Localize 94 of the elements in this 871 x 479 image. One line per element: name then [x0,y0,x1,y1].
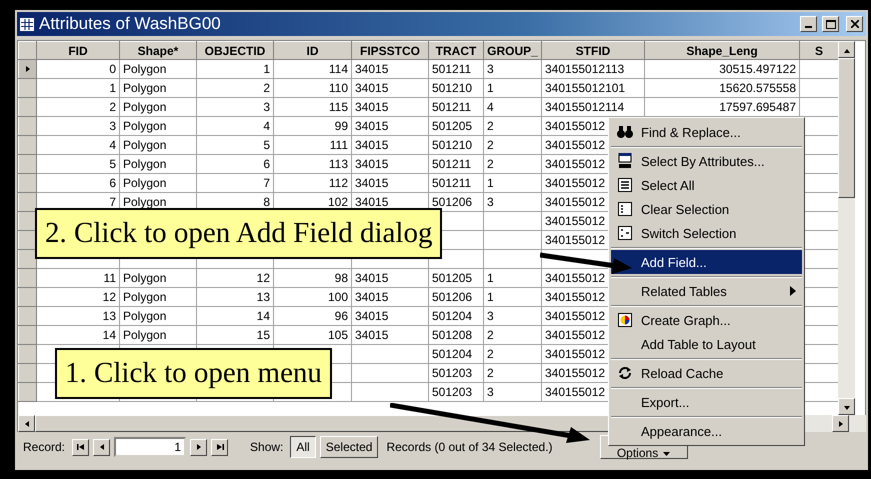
table-cell: 11 [36,268,120,288]
table-cell: 501203 [428,382,484,402]
records-count: Records (0 out of 34 Selected.) [386,440,553,454]
table-cell: 3 [484,192,542,212]
table-cell: 13 [196,288,274,306]
table-cell: 3 [484,382,542,402]
table-cell: 34015 [352,116,428,136]
table-cell: 112 [274,174,352,192]
callout-note: 1. Click to open menu [55,348,332,399]
table-cell: 110 [274,78,352,98]
table-cell: 1 [484,78,542,98]
table-cell: 105 [274,326,352,344]
table-cell: 5 [36,154,120,174]
table-cell: 1 [36,78,120,98]
table-cell: 4 [484,98,542,116]
table-cell: 14 [36,326,120,344]
table-cell: 501205 [428,268,484,288]
table-cell: 7 [196,174,274,192]
table-cell: 6 [36,174,120,192]
table-cell: Polygon [120,136,196,154]
table-cell: 1 [484,288,542,306]
table-cell: 114 [274,60,352,78]
table-cell: 34015 [352,60,428,78]
table-cell: 2 [484,154,542,174]
table-cell: 34015 [352,136,428,154]
table-cell: 3 [484,60,542,78]
table-cell: 113 [274,154,352,174]
table-cell: 1 [484,268,542,288]
table-cell: 34015 [352,306,428,326]
table-cell: 12 [36,288,120,306]
table-cell: 34015 [352,326,428,344]
table-cell: 1 [196,60,274,78]
table-cell: 501208 [428,326,484,344]
table-cell: 111 [274,136,352,154]
table-cell: 4 [196,116,274,136]
table-cell: 34015 [352,78,428,98]
table-cell: Polygon [120,174,196,192]
table-cell: 340155012113 [542,60,644,78]
table-cell: 2 [484,326,542,344]
table-cell: 2 [196,78,274,98]
table-cell: Polygon [120,326,196,344]
table-cell: Polygon [120,154,196,174]
table-cell: 30515.497122 [644,60,800,78]
table-cell: 96 [274,306,352,326]
table-cell: 4 [36,136,120,154]
table-cell: 99 [274,116,352,136]
table-cell: 3 [484,306,542,326]
table-cell: 340155012101 [542,78,644,98]
table-cell: 501206 [428,288,484,306]
table-cell: 0 [36,60,120,78]
table-cell: 14 [196,306,274,326]
callout-note: 2. Click to open Add Field dialog [35,208,442,259]
table-cell: 3 [36,116,120,136]
table-cell: 15620.575558 [644,78,800,98]
table-cell: 2 [484,116,542,136]
table-cell: 501211 [428,98,484,116]
table-cell: 34015 [352,288,428,306]
table-cell: 2 [484,364,542,382]
table-cell: 501210 [428,78,484,98]
table-cell: 34015 [352,98,428,116]
table-cell: 2 [484,136,542,154]
table-cell: 501203 [428,364,484,382]
table-cell: Polygon [120,60,196,78]
table-cell: 5 [196,136,274,154]
table-cell: Polygon [120,116,196,136]
record-label: Record: [23,440,66,454]
table-cell: 34015 [352,268,428,288]
table-cell: 501211 [428,154,484,174]
table-cell: 98 [274,268,352,288]
table-cell: 501211 [428,60,484,78]
table-cell: 2 [36,98,120,116]
table-cell: 501204 [428,306,484,326]
table-cell: 501204 [428,344,484,364]
table-cell: Polygon [120,306,196,326]
table-cell: 100 [274,288,352,306]
table-cell: Polygon [120,78,196,98]
show-label: Show: [250,440,284,454]
table-cell: 2 [484,344,542,364]
window-title: Attributes of WashBG00 [39,14,222,34]
table-cell: 6 [196,154,274,174]
table-cell: 501205 [428,116,484,136]
table-cell: 15 [196,326,274,344]
table-cell: Polygon [120,268,196,288]
table-cell: 34015 [352,154,428,174]
table-cell: Polygon [120,98,196,116]
table-cell: 13 [36,306,120,326]
table-cell: 115 [274,98,352,116]
table-cell: 3 [196,98,274,116]
table-cell: 501211 [428,174,484,192]
table-cell: 12 [196,268,274,288]
table-cell: 501210 [428,136,484,154]
table-cell: Polygon [120,288,196,306]
table-cell: 34015 [352,174,428,192]
table-cell: 1 [484,174,542,192]
